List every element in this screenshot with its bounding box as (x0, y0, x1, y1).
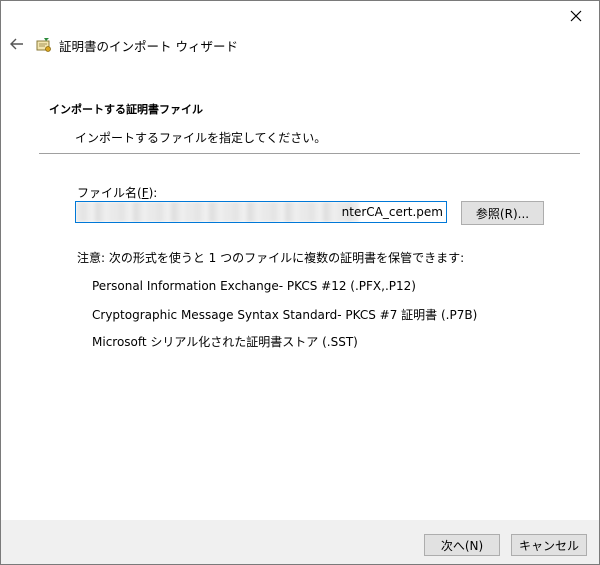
close-icon (570, 10, 582, 25)
file-name-value: nterCA_cert.pem (341, 205, 443, 219)
file-name-input[interactable]: nterCA_cert.pem (75, 201, 447, 223)
file-label-suffix: ): (148, 186, 158, 200)
file-name-label: ファイル名(F): (77, 184, 157, 201)
format-item-sst: Microsoft シリアル化された証明書ストア (.SST) (92, 335, 358, 349)
format-item-pfx: Personal Information Exchange- PKCS #12 … (92, 279, 416, 293)
format-note: 注意: 次の形式を使うと 1 つのファイルに複数の証明書を保管できます: (77, 251, 465, 265)
certificate-icon (35, 35, 55, 55)
wizard-window: 証明書のインポート ウィザード インポートする証明書ファイル インポートするファ… (0, 0, 600, 565)
redacted-path (76, 202, 359, 222)
file-label-prefix: ファイル名( (77, 186, 142, 200)
back-button[interactable] (1, 29, 33, 61)
format-item-p7b: Cryptographic Message Syntax Standard- P… (92, 308, 478, 322)
cancel-button[interactable]: キャンセル (511, 534, 587, 556)
footer-bar: 次へ(N) キャンセル (1, 520, 599, 564)
file-label-accesskey: F (141, 186, 149, 200)
back-arrow-icon (10, 38, 24, 53)
browse-button[interactable]: 参照(R)... (461, 201, 544, 225)
window-title: 証明書のインポート ウィザード (59, 38, 238, 54)
section-title: インポートする証明書ファイル (49, 103, 203, 116)
section-description: インポートするファイルを指定してください。 (75, 131, 327, 145)
next-button[interactable]: 次へ(N) (424, 534, 500, 556)
divider (39, 153, 580, 154)
wizard-header: 証明書のインポート ウィザード (1, 29, 599, 61)
